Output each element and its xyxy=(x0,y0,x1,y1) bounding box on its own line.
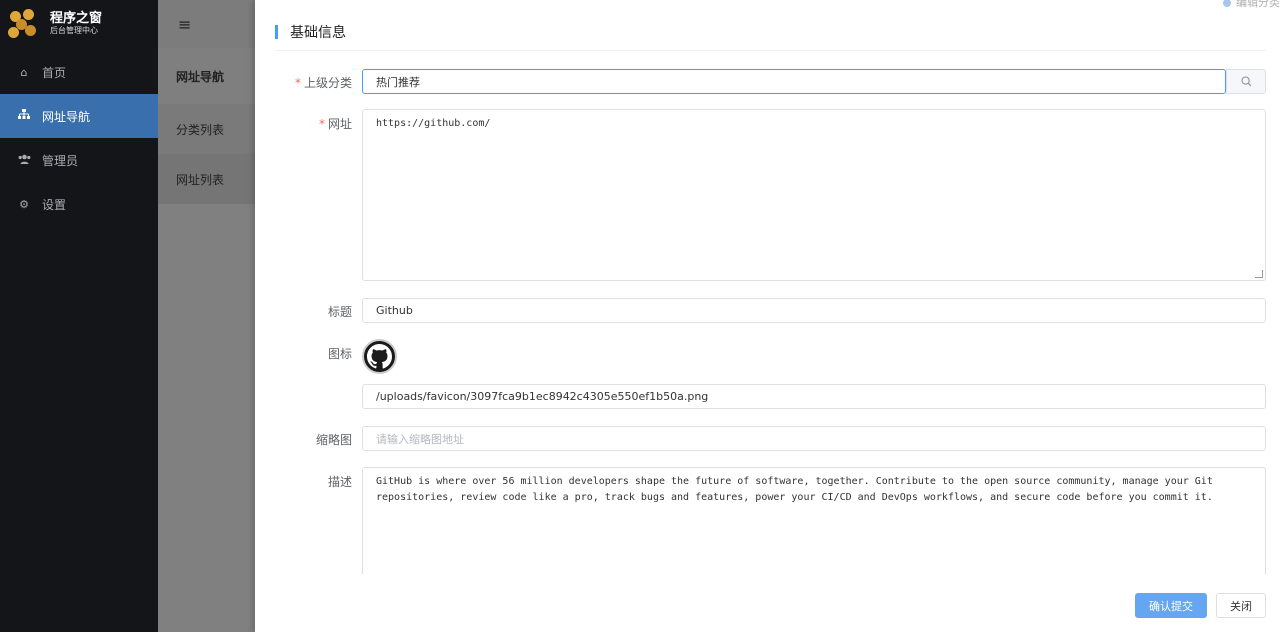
users-icon xyxy=(18,154,31,167)
search-button[interactable] xyxy=(1226,69,1266,94)
icon-label: 图标 xyxy=(327,347,352,361)
sidebar-item-label: 设置 xyxy=(42,197,67,212)
section-title: 基础信息 xyxy=(290,25,346,41)
drawer-corner-tag: 编辑分类 xyxy=(1223,0,1280,10)
submenu-title: 网址导航 xyxy=(158,48,255,104)
submenu-item-category-list[interactable]: 分类列表 xyxy=(158,104,255,154)
icon-path-input[interactable]: /uploads/favicon/3097fca9b1ec8942c4305e5… xyxy=(362,384,1266,409)
app-subtitle: 后台管理中心 xyxy=(50,25,98,35)
app-title: 程序之窗 xyxy=(50,11,103,27)
sidebar-item-url-nav[interactable]: 网址导航 xyxy=(0,94,158,138)
section-divider xyxy=(275,50,1266,51)
close-button[interactable]: 关闭 xyxy=(1216,593,1266,618)
sidebar-item-settings[interactable]: ⚙ 设置 xyxy=(0,182,158,226)
status-dot-icon xyxy=(1223,0,1231,7)
edit-drawer: 编辑分类 基础信息 * 上级分类 热门推荐 * 网址 https://github.… xyxy=(255,0,1280,632)
sidebar-item-label: 管理员 xyxy=(42,153,79,168)
search-icon xyxy=(1240,76,1251,87)
drawer-footer xyxy=(255,574,1280,632)
thumbnail-input[interactable]: 请输入缩略图地址 xyxy=(362,426,1266,451)
sidebar-item-label: 首页 xyxy=(42,65,67,80)
submenu-item-url-list[interactable]: 网址列表 xyxy=(158,154,255,204)
title-input[interactable]: Github xyxy=(362,298,1266,323)
url-textarea[interactable]: https://github.com/ xyxy=(362,109,1266,281)
url-label: * 网址 xyxy=(318,117,352,131)
title-label: 标题 xyxy=(327,305,352,319)
topbar: ≡ xyxy=(158,0,255,48)
thumbnail-label: 缩略图 xyxy=(315,433,352,447)
sitemap-icon xyxy=(18,109,30,123)
sidebar-nav: ⌂ 首页 网址导航 管理员 ⚙ 设置 xyxy=(0,50,158,226)
section-header: 基础信息 xyxy=(275,20,346,44)
description-textarea[interactable]: GitHub is where over 56 million develope… xyxy=(362,467,1266,579)
section-accent-bar xyxy=(275,25,278,39)
sidebar-item-admin[interactable]: 管理员 xyxy=(0,138,158,182)
gear-icon: ⚙ xyxy=(19,197,29,211)
sidebar-item-label: 网址导航 xyxy=(42,109,91,124)
github-icon xyxy=(362,339,397,374)
parent-category-input[interactable]: 热门推荐 xyxy=(362,69,1226,94)
logo-mark-icon xyxy=(8,9,38,39)
menu-toggle-icon[interactable]: ≡ xyxy=(178,15,191,34)
submit-button[interactable]: 确认提交 xyxy=(1135,593,1207,618)
sidebar-item-home[interactable]: ⌂ 首页 xyxy=(0,50,158,94)
sidebar: 程序之窗 后台管理中心 ⌂ 首页 网址导航 管理员 ⚙ 设置 xyxy=(0,0,158,632)
logo: 程序之窗 后台管理中心 xyxy=(0,0,158,48)
description-label: 描述 xyxy=(327,475,352,489)
parent-category-label: * 上级分类 xyxy=(294,76,352,90)
resize-handle-icon[interactable] xyxy=(1255,270,1263,278)
home-icon: ⌂ xyxy=(20,65,28,79)
submenu: ≡ 网址导航 分类列表 网址列表 xyxy=(158,0,255,632)
